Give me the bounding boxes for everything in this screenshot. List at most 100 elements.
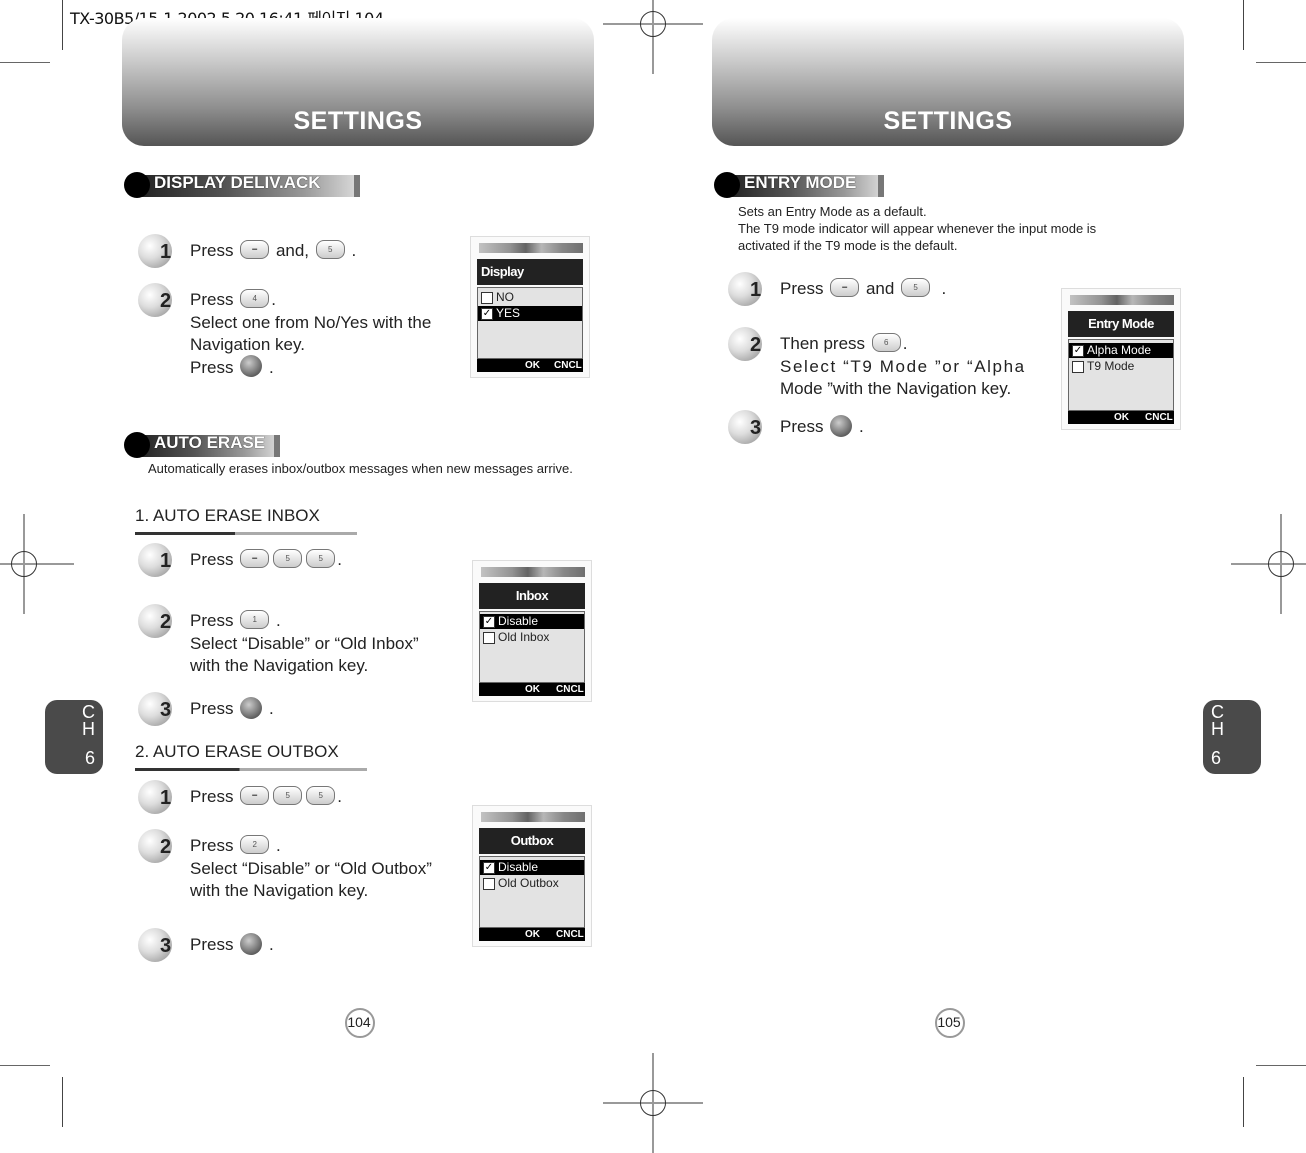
softkey-cancel[interactable]: CNCL — [554, 359, 582, 372]
subheading-auto-erase-outbox: 2. AUTO ERASE OUTBOX — [135, 742, 367, 771]
checkbox-checked-icon[interactable]: ✓ — [1072, 345, 1084, 357]
section-heading-auto-erase: AUTO ERASE — [124, 432, 284, 458]
menu-key-icon: ━ — [830, 278, 860, 298]
crop-mark — [0, 1065, 50, 1066]
softkey-cancel[interactable]: CNCL — [1145, 411, 1173, 424]
checkbox-checked-icon[interactable]: ✓ — [481, 308, 493, 320]
key-5-icon: 5 — [315, 240, 345, 260]
option-list: ✓ Disable Old Inbox — [479, 611, 585, 683]
step-badge: 1 — [138, 543, 182, 579]
key-5-icon: 5 — [306, 549, 336, 569]
softkey-ok[interactable]: OK — [525, 359, 540, 372]
step-2: 2 Press 2 . Select “Disable” or “Old Out… — [138, 829, 432, 903]
section-description: Automatically erases inbox/outbox messag… — [148, 461, 573, 476]
subheading-auto-erase-inbox: 1. AUTO ERASE INBOX — [135, 506, 357, 535]
key-4-icon: 4 — [240, 289, 270, 309]
menu-key-icon: ━ — [240, 786, 270, 806]
step-1: 1 Press ━ 5 5. — [138, 543, 342, 577]
status-bar-icons — [479, 243, 583, 253]
step-2: 2 Press 4. Select one from No/Yes with t… — [138, 283, 431, 379]
step-3: 3 Press . — [138, 928, 274, 962]
step-badge: 2 — [728, 327, 772, 363]
crop-mark — [62, 0, 63, 50]
step-badge: 2 — [138, 829, 182, 865]
registration-mark-icon — [1231, 514, 1306, 614]
step-badge: 2 — [138, 604, 182, 640]
checkbox-unchecked-icon[interactable] — [483, 878, 495, 890]
option-t9-mode[interactable]: T9 Mode — [1069, 359, 1173, 374]
section-description: Sets an Entry Mode as a default. The T9 … — [738, 204, 1097, 253]
key-1-icon: 1 — [240, 610, 270, 630]
option-list: ✓ Alpha Mode T9 Mode — [1068, 339, 1174, 411]
page-header-left: SETTINGS — [122, 18, 594, 146]
option-list: NO ✓ YES — [477, 287, 583, 359]
crop-mark — [1256, 62, 1306, 63]
step-3: 3 Press . — [138, 692, 274, 726]
crop-mark — [62, 1077, 63, 1127]
softkey-ok[interactable]: OK — [1114, 411, 1129, 424]
page-title: SETTINGS — [293, 107, 423, 135]
step-2: 2 Press 1 . Select “Disable” or “Old Inb… — [138, 604, 419, 678]
step-2: 2 Then press 6. Select “T9 Mode ”or “Alp… — [728, 327, 1026, 401]
ok-key-icon — [830, 414, 853, 437]
status-bar-icons — [481, 812, 585, 822]
key-2-icon: 2 — [240, 835, 270, 855]
key-5-icon: 5 — [306, 786, 336, 806]
step-badge: 1 — [138, 234, 182, 270]
checkbox-checked-icon[interactable]: ✓ — [483, 616, 495, 628]
step-1: 1 Press ━ 5 5. — [138, 780, 342, 814]
chapter-tab: CH 6 — [1203, 700, 1261, 774]
option-list: ✓ Disable Old Outbox — [479, 856, 585, 928]
page-number: 104 — [341, 1008, 377, 1038]
crop-mark — [1243, 0, 1244, 50]
page-number: 105 — [931, 1008, 967, 1038]
phone-screen-entry-mode: Entry Mode ✓ Alpha Mode T9 Mode OK CNCL — [1061, 288, 1181, 430]
phone-screen-display-deliv-ack: Display Deliv.ACK NO ✓YES OK CNCL — [470, 236, 590, 378]
page-title: SETTINGS — [883, 107, 1013, 135]
option-no[interactable]: NO — [478, 290, 582, 305]
phone-screen-outbox: Outbox ✓ Disable Old Outbox OK CNCL — [472, 805, 592, 947]
registration-mark-icon — [603, 0, 703, 74]
step-badge: 1 — [138, 780, 182, 816]
checkbox-unchecked-icon[interactable] — [481, 292, 493, 304]
option-disable[interactable]: ✓ Disable — [480, 860, 584, 875]
section-heading-display-deliv-ack: DISPLAY DELIV.ACK — [124, 172, 364, 198]
screen-title: Inbox — [479, 583, 585, 609]
screen-title: Entry Mode — [1068, 311, 1174, 337]
registration-mark-icon — [0, 514, 74, 614]
key-6-icon: 6 — [871, 333, 901, 353]
key-5-icon: 5 — [273, 549, 303, 569]
option-old-outbox[interactable]: Old Outbox — [480, 876, 584, 891]
checkbox-unchecked-icon[interactable] — [483, 632, 495, 644]
page-header-right: SETTINGS — [712, 18, 1184, 146]
step-badge: 3 — [728, 410, 772, 446]
checkbox-unchecked-icon[interactable] — [1072, 361, 1084, 373]
step-3: 3 Press . — [728, 410, 864, 444]
crop-mark — [0, 62, 50, 63]
step-1: 1 Press ━ and 5 . — [728, 272, 946, 306]
ok-key-icon — [240, 932, 263, 955]
menu-key-icon: ━ — [240, 240, 270, 260]
softkey-ok[interactable]: OK — [525, 928, 540, 941]
softkey-ok[interactable]: OK — [525, 683, 540, 696]
key-5-icon: 5 — [273, 786, 303, 806]
step-1: 1 Press ━ and, 5 . — [138, 234, 356, 268]
screen-title: Outbox — [479, 828, 585, 854]
softkey-bar: OK CNCL — [477, 359, 583, 372]
chapter-tab: CH 6 — [45, 700, 103, 774]
checkbox-checked-icon[interactable]: ✓ — [483, 862, 495, 874]
softkey-bar: OK CNCL — [479, 683, 585, 696]
option-old-inbox[interactable]: Old Inbox — [480, 630, 584, 645]
softkey-cancel[interactable]: CNCL — [556, 683, 584, 696]
crop-mark — [1243, 1077, 1244, 1127]
option-alpha-mode[interactable]: ✓ Alpha Mode — [1069, 343, 1173, 358]
ok-key-icon — [240, 696, 263, 719]
option-disable[interactable]: ✓ Disable — [480, 614, 584, 629]
option-yes[interactable]: ✓ YES — [478, 306, 582, 321]
key-5-icon: 5 — [901, 278, 931, 298]
softkey-cancel[interactable]: CNCL — [556, 928, 584, 941]
crop-mark — [1256, 1065, 1306, 1066]
step-badge: 2 — [138, 283, 182, 319]
screen-title: Display Deliv.ACK — [477, 259, 583, 305]
status-bar-icons — [1070, 295, 1174, 305]
